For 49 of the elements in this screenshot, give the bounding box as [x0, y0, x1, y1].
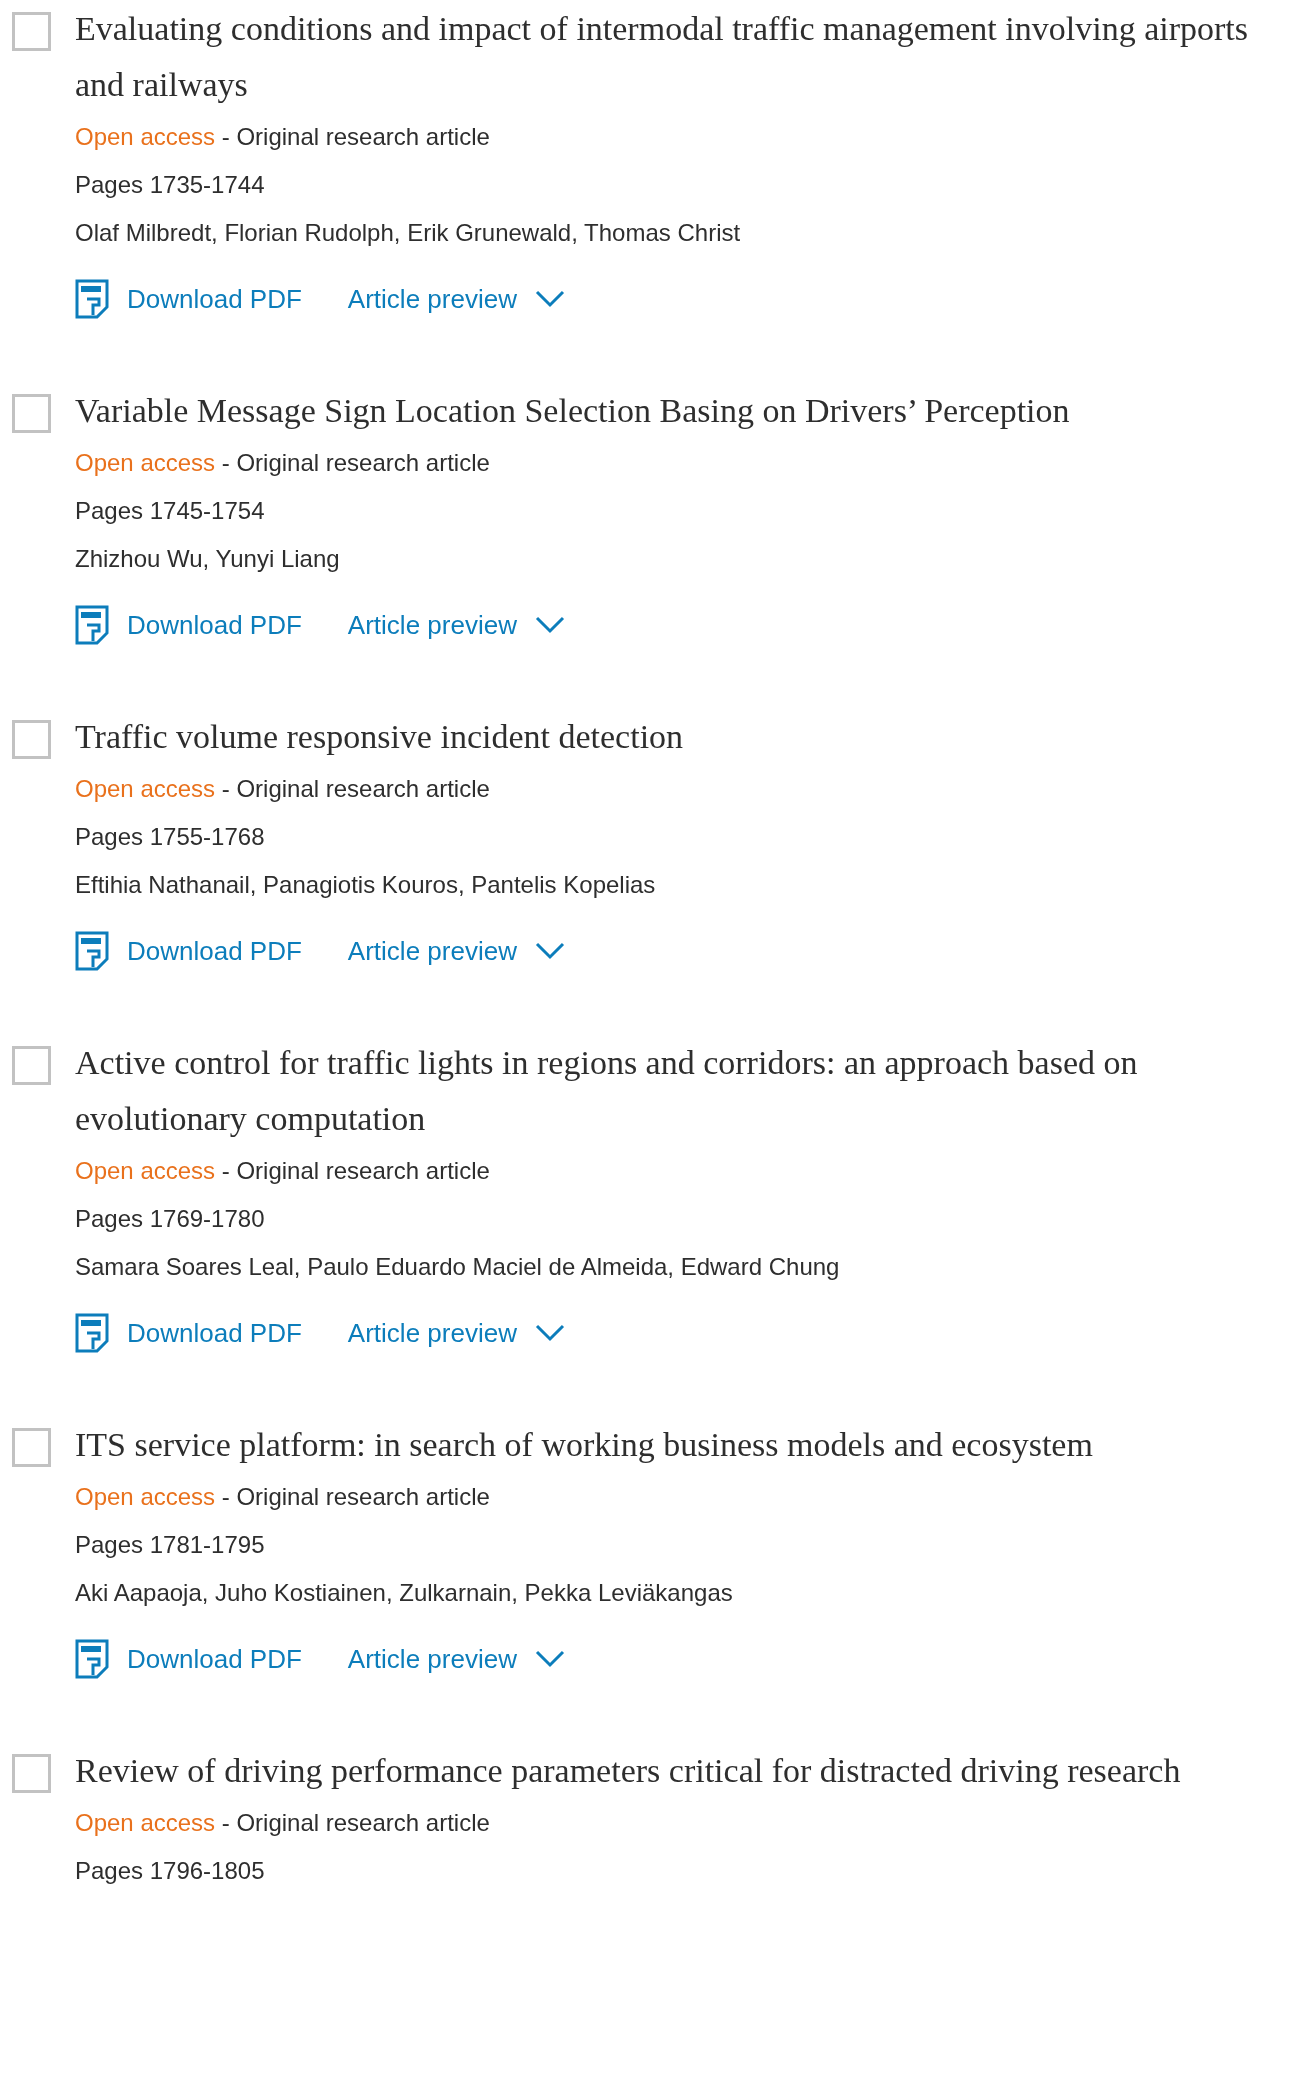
article-title-link[interactable]: Evaluating conditions and impact of intermodal traffic management involving airports and railways: [75, 1, 1290, 113]
article-preview-button[interactable]: Article preview: [347, 1639, 565, 1679]
checkbox[interactable]: [12, 1754, 51, 1793]
authors-text: Eftihia Nathanail, Panagiotis Kouros, Pantelis Kopelias: [75, 871, 656, 898]
checkbox[interactable]: [12, 394, 51, 433]
chevron-icon: [534, 290, 565, 308]
pages-text: Pages 1796-1805: [75, 1857, 265, 1884]
checkbox[interactable]: [12, 720, 51, 759]
authors-text: Zhizhou Wu, Yunyi Liang: [75, 545, 340, 572]
checkbox[interactable]: [12, 12, 51, 51]
pdf-file-icon: [75, 1313, 109, 1353]
download-pdf-link[interactable]: Download PDF: [75, 279, 302, 319]
article-title-link[interactable]: Active control for traffic lights in regions and corridors: an approach based on evolutionary computation: [75, 1035, 1290, 1147]
pdf-file-icon: [75, 1639, 109, 1679]
article-preview-button[interactable]: Article preview: [347, 931, 565, 971]
pages-text: Pages 1735-1744: [75, 171, 265, 198]
download-pdf-link[interactable]: Download PDF: [75, 931, 302, 971]
article-title-link[interactable]: ITS service platform: in search of working business models and ecosystem: [75, 1417, 1290, 1473]
download-pdf-link[interactable]: Download PDF: [75, 605, 302, 645]
authors-text: Samara Soares Leal, Paulo Eduardo Maciel de Almeida, Edward Chung: [75, 1253, 840, 1280]
checkbox[interactable]: [12, 1046, 51, 1085]
download-pdf-link[interactable]: Download PDF: [75, 1639, 302, 1679]
pages-text: Pages 1755-1768: [75, 823, 265, 850]
article-type-text: Open access - Original research article: [75, 449, 490, 476]
article-type-text: Open access - Original research article: [75, 1809, 490, 1836]
chevron-icon: [534, 1650, 565, 1668]
download-pdf-link[interactable]: Download PDF: [75, 1313, 302, 1353]
pages-text: Pages 1745-1754: [75, 497, 265, 524]
article-title-link[interactable]: Review of driving performance parameters critical for distracted driving research: [75, 1743, 1290, 1799]
pages-text: Pages 1769-1780: [75, 1205, 265, 1232]
chevron-icon: [534, 942, 565, 960]
chevron-icon: [534, 616, 565, 634]
article-preview-button[interactable]: Article preview: [347, 605, 565, 645]
pdf-file-icon: [75, 931, 109, 971]
chevron-icon: [534, 1324, 565, 1342]
article-title-link[interactable]: Variable Message Sign Location Selection Basing on Drivers’ Perception: [75, 383, 1290, 439]
article-preview-button[interactable]: Article preview: [347, 1313, 565, 1353]
pdf-file-icon: [75, 279, 109, 319]
article-type-text: Open access - Original research article: [75, 1483, 490, 1510]
pages-text: Pages 1781-1795: [75, 1531, 265, 1558]
authors-text: Olaf Milbredt, Florian Rudolph, Erik Grunewald, Thomas Christ: [75, 219, 741, 246]
article-title-link[interactable]: Traffic volume responsive incident detection: [75, 709, 1290, 765]
article-type-text: Open access - Original research article: [75, 123, 490, 150]
article-type-text: Open access - Original research article: [75, 1157, 490, 1184]
authors-text: Aki Aapaoja, Juho Kostiainen, Zulkarnain, Pekka Leviäkangas: [75, 1579, 733, 1606]
checkbox[interactable]: [12, 1428, 51, 1467]
pdf-file-icon: [75, 605, 109, 645]
article-preview-button[interactable]: Article preview: [347, 279, 565, 319]
article-type-text: Open access - Original research article: [75, 775, 490, 802]
